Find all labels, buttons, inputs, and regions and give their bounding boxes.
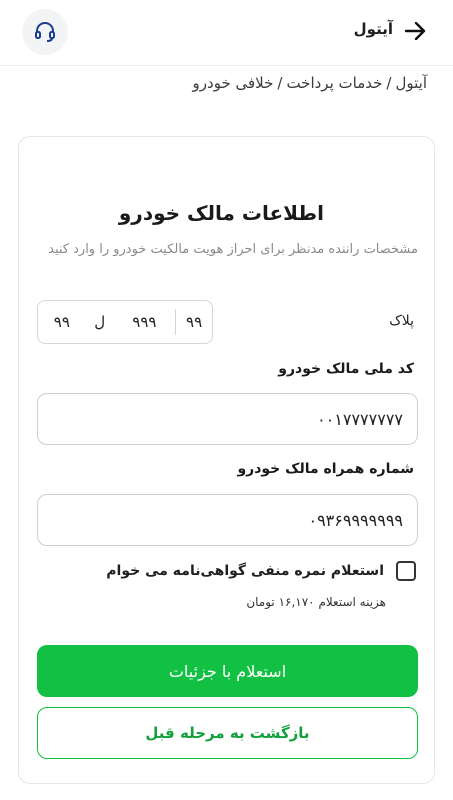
- detailed-inquiry-button[interactable]: استعلام با جزئیات: [37, 645, 418, 697]
- plate-letter[interactable]: ل: [86, 313, 114, 331]
- plate-two-digits[interactable]: ۹۹: [38, 313, 86, 331]
- negative-points-label[interactable]: استعلام نمره منفی گواهی‌نامه می خوام: [106, 563, 384, 579]
- mobile-label: شماره همراه مالک خودرو: [237, 461, 414, 477]
- headset-icon: [35, 22, 55, 42]
- mobile-field[interactable]: ۰۹۳۶۹۹۹۹۹۹۹: [37, 494, 418, 546]
- plate-label: پلاک: [389, 313, 414, 329]
- breadcrumb-item-home[interactable]: آیتول: [395, 74, 427, 92]
- breadcrumb-separator: /: [277, 74, 283, 92]
- breadcrumb-item-payment-services[interactable]: خدمات پرداخت: [286, 74, 382, 92]
- back-to-previous-step-button[interactable]: بازگشت به مرحله قبل: [37, 707, 418, 759]
- negative-points-option[interactable]: استعلام نمره منفی گواهی‌نامه می خوام: [106, 561, 416, 581]
- back-button[interactable]: [401, 19, 429, 43]
- owner-info-card: اطلاعات مالک خودرو مشخصات راننده مدنظر ب…: [18, 136, 435, 784]
- inquiry-cost-note: هزینه استعلام ۱۶,۱۷۰ تومان: [246, 595, 386, 609]
- card-description: مشخصات راننده مدنظر برای احراز هویت مالک…: [48, 242, 418, 257]
- header-title: آیتول: [353, 20, 393, 38]
- national-id-field[interactable]: ۰۰۱۷۷۷۷۷۷۷: [37, 393, 418, 445]
- breadcrumb-separator: /: [386, 74, 392, 92]
- negative-points-checkbox[interactable]: [396, 561, 416, 581]
- plate-region[interactable]: ۹۹: [176, 313, 212, 331]
- arrow-right-icon: [404, 22, 426, 40]
- app-header: آیتول: [0, 0, 453, 66]
- breadcrumb: آیتول/خدمات پرداخت/خلافی خودرو: [193, 74, 427, 92]
- plate-three-digits[interactable]: ۹۹۹: [114, 313, 176, 331]
- plate-input[interactable]: ۹۹ ل ۹۹۹ ۹۹: [37, 300, 213, 344]
- breadcrumb-item-car-fines: خلافی خودرو: [192, 74, 274, 92]
- support-button[interactable]: [22, 9, 68, 55]
- card-title: اطلاعات مالک خودرو: [118, 201, 324, 225]
- national-id-label: کد ملی مالک خودرو: [278, 361, 414, 377]
